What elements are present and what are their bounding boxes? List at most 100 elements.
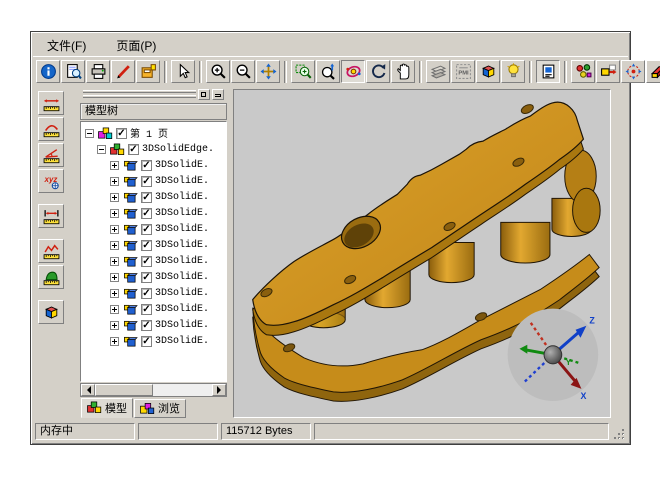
- pmi-button[interactable]: [451, 60, 475, 83]
- expand-icon[interactable]: [110, 161, 119, 170]
- checkbox[interactable]: ✓: [141, 336, 152, 347]
- measure-area-button[interactable]: [38, 265, 64, 289]
- measure-volume-button[interactable]: [38, 300, 64, 324]
- measure-angle-button[interactable]: [38, 143, 64, 167]
- expand-icon[interactable]: [110, 273, 119, 282]
- panel-float-button[interactable]: [198, 89, 210, 100]
- refresh-icon: [370, 63, 387, 80]
- checkbox[interactable]: ✓: [141, 288, 152, 299]
- tree-item-part[interactable]: ✓3DSolidE.: [83, 237, 226, 253]
- tree-horizontal-scrollbar[interactable]: [80, 383, 227, 397]
- lighting-button[interactable]: [501, 60, 525, 83]
- zoom-in-button[interactable]: [206, 60, 230, 83]
- checkbox[interactable]: ✓: [141, 304, 152, 315]
- print-button[interactable]: [86, 60, 110, 83]
- tree-item-part[interactable]: ✓3DSolidE.: [83, 173, 226, 189]
- hand-pan-button[interactable]: [391, 60, 415, 83]
- expand-icon[interactable]: [110, 337, 119, 346]
- tree-item-part[interactable]: ✓3DSolidE.: [83, 221, 226, 237]
- tree-item-label: 3DSolidE.: [155, 240, 209, 251]
- tree-item-part[interactable]: ✓3DSolidE.: [83, 253, 226, 269]
- explode-button[interactable]: [621, 60, 645, 83]
- scroll-left-arrow[interactable]: [81, 384, 95, 396]
- printer-icon: [90, 63, 107, 80]
- refresh-button[interactable]: [366, 60, 390, 83]
- explode-icon: [625, 63, 642, 80]
- measure-curve-length-button[interactable]: [38, 239, 64, 263]
- view-cube-button[interactable]: [476, 60, 500, 83]
- checkbox[interactable]: ✓: [141, 256, 152, 267]
- tree-item-page[interactable]: ✓ 第 1 页: [83, 125, 226, 141]
- measure-distance-icon: [43, 95, 60, 112]
- orientation-trackball[interactable]: Z X Y: [508, 309, 599, 401]
- erase-markup-button[interactable]: [646, 60, 660, 83]
- panel-gripper[interactable]: [81, 89, 226, 102]
- scroll-right-arrow[interactable]: [212, 384, 226, 396]
- measure-radius-button[interactable]: [38, 117, 64, 141]
- menu-file[interactable]: 文件(F): [43, 35, 90, 56]
- tree-item-part[interactable]: ✓3DSolidE.: [83, 189, 226, 205]
- tree-item-part[interactable]: ✓3DSolidE.: [83, 301, 226, 317]
- viewport-3d[interactable]: Z X Y: [233, 89, 611, 418]
- tree-item-part[interactable]: ✓3DSolidE.: [83, 285, 226, 301]
- measure-distance-button[interactable]: [38, 91, 64, 115]
- resize-grip[interactable]: [612, 427, 626, 441]
- tree-item-part[interactable]: ✓3DSolidE.: [83, 317, 226, 333]
- measure-min-distance-button[interactable]: [38, 204, 64, 228]
- measure-coordinate-button[interactable]: [38, 169, 64, 193]
- zoom-dynamic-button[interactable]: [316, 60, 340, 83]
- orbit-button[interactable]: [341, 60, 365, 83]
- pan-icon: [260, 63, 277, 80]
- panel-hide-button[interactable]: [212, 89, 224, 100]
- tree-item-part[interactable]: ✓3DSolidE.: [83, 157, 226, 173]
- print-preview-button[interactable]: [61, 60, 85, 83]
- scrollbar-thumb[interactable]: [95, 384, 153, 396]
- tree-item-part[interactable]: ✓3DSolidE.: [83, 269, 226, 285]
- checkbox[interactable]: ✓: [141, 208, 152, 219]
- zoom-window-button[interactable]: [291, 60, 315, 83]
- checkbox[interactable]: ✓: [116, 128, 127, 139]
- export-button[interactable]: [136, 60, 160, 83]
- pen-icon: [115, 63, 132, 80]
- tree-item-part[interactable]: ✓3DSolidE.: [83, 333, 226, 349]
- expand-icon[interactable]: [110, 209, 119, 218]
- menu-page[interactable]: 页面(P): [112, 35, 160, 56]
- tree-item-assembly[interactable]: ✓ 3DSolidEdge.: [83, 141, 226, 157]
- checkbox[interactable]: ✓: [141, 192, 152, 203]
- expand-icon[interactable]: [110, 305, 119, 314]
- expand-icon[interactable]: [110, 241, 119, 250]
- checkbox[interactable]: ✓: [141, 240, 152, 251]
- expand-icon[interactable]: [110, 225, 119, 234]
- expand-icon[interactable]: [110, 193, 119, 202]
- checkbox[interactable]: ✓: [141, 176, 152, 187]
- markup-pen-button[interactable]: [111, 60, 135, 83]
- expand-icon[interactable]: [110, 177, 119, 186]
- info-button[interactable]: [36, 60, 60, 83]
- expand-icon[interactable]: [110, 321, 119, 330]
- checkbox[interactable]: ✓: [128, 144, 139, 155]
- collapse-icon[interactable]: [85, 129, 94, 138]
- checkbox[interactable]: ✓: [141, 272, 152, 283]
- checkbox[interactable]: ✓: [141, 224, 152, 235]
- expand-icon[interactable]: [110, 289, 119, 298]
- measure-radius-icon: [43, 121, 60, 138]
- move-part-button[interactable]: [596, 60, 620, 83]
- layers-button[interactable]: [426, 60, 450, 83]
- checkbox[interactable]: ✓: [141, 320, 152, 331]
- part-node-icon: [122, 287, 138, 300]
- tab-model[interactable]: 模型: [81, 398, 133, 418]
- page-manager-button[interactable]: [536, 60, 560, 83]
- tab-label: 浏览: [158, 400, 180, 416]
- zoom-in-icon: [210, 63, 227, 80]
- pan-button[interactable]: [256, 60, 280, 83]
- tree-item-part[interactable]: ✓3DSolidE.: [83, 205, 226, 221]
- collapse-icon[interactable]: [97, 145, 106, 154]
- status-bar: 内存中 115712 Bytes: [33, 420, 628, 442]
- expand-icon[interactable]: [110, 257, 119, 266]
- checkbox[interactable]: ✓: [141, 160, 152, 171]
- tab-browse[interactable]: 浏览: [134, 399, 186, 418]
- select-button[interactable]: [171, 60, 195, 83]
- zoom-out-button[interactable]: [231, 60, 255, 83]
- assembly-tools-button[interactable]: [571, 60, 595, 83]
- measure-coordinate-icon: [43, 173, 60, 190]
